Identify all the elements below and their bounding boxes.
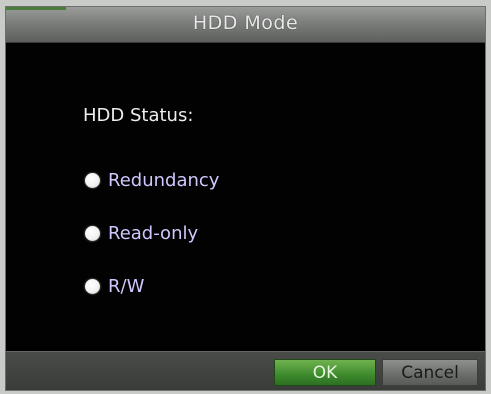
option-read-only[interactable]: Read-only [85,223,198,244]
screen-frame: HDD Mode HDD Status: Redundancy Read-onl… [0,0,491,394]
option-label: R/W [108,276,145,297]
option-redundancy[interactable]: Redundancy [85,170,219,191]
option-label: Read-only [108,223,199,244]
radio-button-icon[interactable] [85,173,100,188]
dialog-titlebar: HDD Mode [6,7,485,43]
hdd-status-label: HDD Status: [83,105,194,126]
dialog-content: HDD Status: Redundancy Read-only R/W [6,43,485,353]
titlebar-accent [6,7,66,10]
hdd-mode-dialog: HDD Mode HDD Status: Redundancy Read-onl… [5,6,486,391]
ok-button[interactable]: OK [274,359,376,386]
option-rw[interactable]: R/W [85,276,144,297]
radio-button-icon[interactable] [85,279,100,294]
radio-button-icon[interactable] [85,226,100,241]
cancel-button[interactable]: Cancel [382,359,478,386]
dialog-title: HDD Mode [192,12,299,34]
option-label: Redundancy [108,170,220,191]
dialog-footer: OK Cancel [6,351,485,390]
